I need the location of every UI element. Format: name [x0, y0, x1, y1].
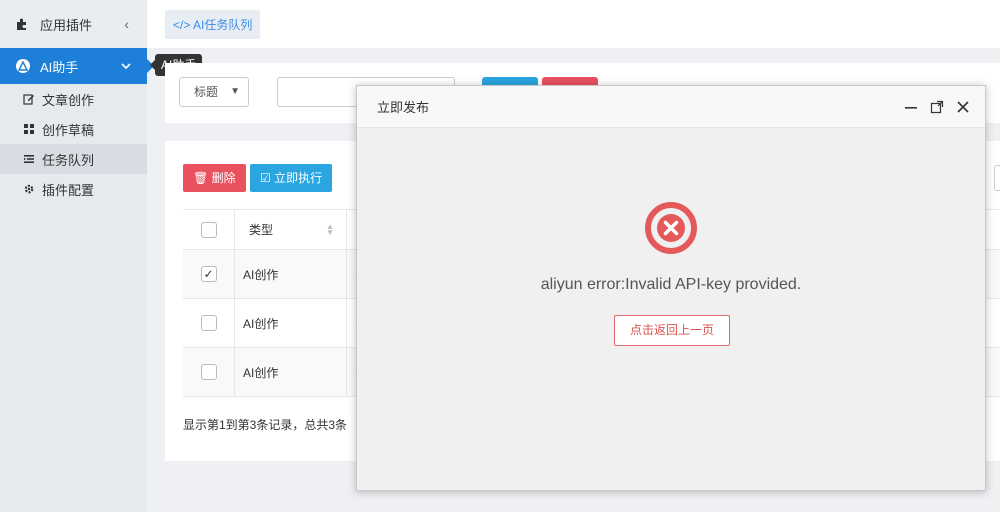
row-checkbox[interactable]: ✓ [200, 266, 217, 282]
puzzle-icon [16, 17, 30, 31]
close-icon[interactable] [955, 99, 971, 115]
sidebar-item-label: 创作草稿 [42, 122, 95, 138]
error-message: aliyun error:Invalid API-key provided. [540, 276, 802, 293]
run-now-button[interactable]: ☑ 立即执行 [250, 164, 333, 192]
cell-type: AI创作 [235, 299, 347, 347]
check-square-icon: ☑ [260, 171, 271, 185]
chevron-down-icon: ▼ [230, 86, 240, 97]
chevron-down-icon [121, 59, 131, 73]
sidebar-item-label: 文章创作 [42, 92, 95, 108]
pagination-info: 显示第1到第3条记录，总共3条 [183, 418, 348, 432]
sidebar-item-drafts[interactable]: 创作草稿 [0, 114, 147, 144]
sidebar: 应用插件 ‹ AI助手 文章创作 创作草稿 任务队列 插件配置 [0, 0, 154, 512]
sidebar-item-label: 任务队列 [42, 152, 95, 168]
error-icon [644, 201, 698, 255]
sort-icon: ▲ ▼ [326, 221, 334, 237]
select-all-checkbox[interactable] [200, 221, 217, 238]
list-icon [23, 153, 35, 165]
sidebar-item-label: 插件配置 [42, 182, 95, 198]
chevron-left-icon: ‹ [124, 16, 129, 32]
breadcrumb-bar: </> AI任务队列 [147, 0, 1000, 48]
delete-button[interactable]: 🗑 删除 [183, 164, 246, 192]
ai-icon [16, 59, 30, 73]
sidebar-item-ai-assistant[interactable]: AI助手 [0, 48, 154, 84]
go-back-button[interactable]: 点击返回上一页 [614, 315, 730, 346]
sidebar-item-task-queue[interactable]: 任务队列 [0, 144, 147, 174]
code-icon: </> [173, 17, 191, 32]
table-search-input[interactable] [994, 165, 1000, 191]
trash-icon: 🗑 [193, 171, 209, 185]
modal-header: 立即发布 [357, 86, 985, 128]
maximize-icon[interactable] [929, 99, 945, 115]
cell-type: AI创作 [235, 250, 347, 298]
gear-icon [23, 183, 35, 195]
publish-modal: 立即发布 aliyun error:Invalid API-key provid… [356, 85, 986, 491]
sidebar-item-label: 应用插件 [40, 17, 93, 33]
sidebar-item-article-create[interactable]: 文章创作 [0, 84, 147, 114]
minimize-icon[interactable] [903, 99, 919, 115]
edit-icon [23, 93, 35, 105]
sidebar-item-plugin-config[interactable]: 插件配置 [0, 174, 147, 204]
grid-icon [23, 123, 35, 135]
row-checkbox[interactable] [200, 364, 217, 380]
sidebar-item-plugins[interactable]: 应用插件 ‹ [0, 0, 147, 48]
sidebar-item-label: AI助手 [40, 59, 79, 75]
row-checkbox[interactable] [200, 315, 217, 331]
modal-title: 立即发布 [377, 100, 430, 115]
field-select[interactable]: 标题 ▼ [179, 77, 249, 107]
cell-type: AI创作 [235, 348, 347, 396]
column-header-type[interactable]: 类型 ▲ ▼ [235, 210, 347, 249]
breadcrumb[interactable]: </> AI任务队列 [165, 9, 261, 39]
